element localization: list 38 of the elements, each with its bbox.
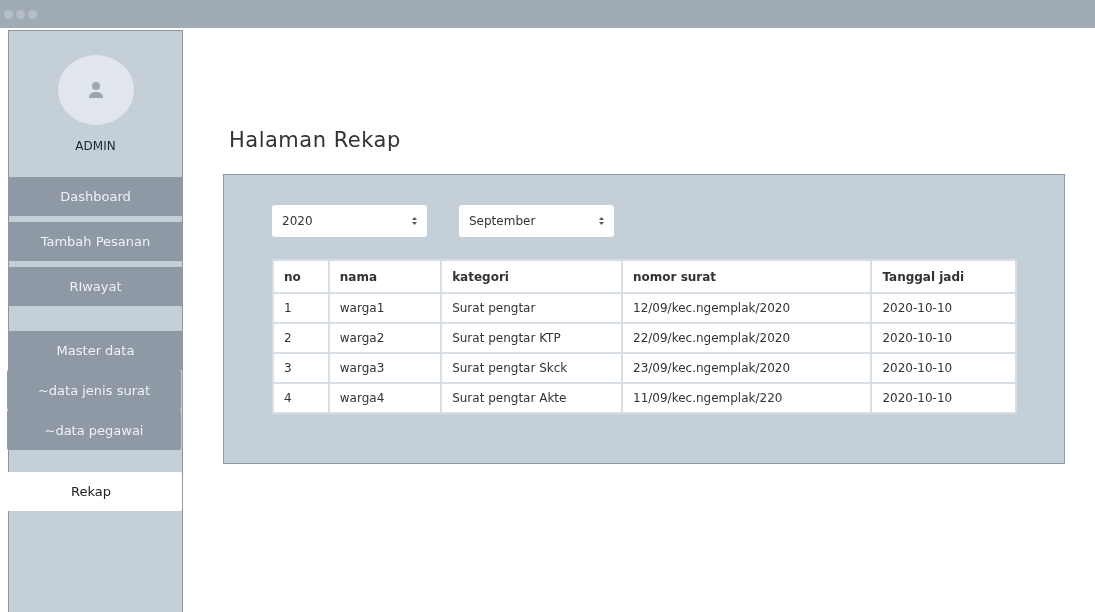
sidebar-item[interactable]: Dashboard [9, 177, 182, 216]
table-cell: 2020-10-10 [871, 353, 1016, 383]
user-name: ADMIN [75, 139, 116, 153]
column-header: nama [328, 260, 442, 293]
select-field[interactable]: September [459, 205, 614, 237]
table-cell: Surat pengtar [441, 293, 622, 323]
sidebar-item[interactable]: ~data jenis surat [7, 370, 181, 410]
select-field[interactable]: 2020 [272, 205, 427, 237]
table-cell: 3 [273, 353, 329, 383]
table-cell: 4 [273, 383, 329, 413]
table-cell: 22/09/kec.ngemplak/2020 [622, 323, 872, 353]
column-header: kategori [441, 260, 622, 293]
table-cell: warga2 [328, 323, 442, 353]
table-cell: 2 [273, 323, 329, 353]
table-cell: warga4 [328, 383, 442, 413]
table-cell: Surat pengtar Skck [441, 353, 622, 383]
sort-arrows-icon [599, 217, 604, 225]
table-cell: 1 [273, 293, 329, 323]
sidebar-item[interactable]: Master data [9, 331, 182, 370]
column-header: nomor surat [622, 260, 872, 293]
sidebar-item[interactable]: RIwayat [9, 267, 182, 306]
table-cell: 23/09/kec.ngemplak/2020 [622, 353, 872, 383]
table-cell: 2020-10-10 [871, 293, 1016, 323]
table-cell: 11/09/kec.ngemplak/220 [622, 383, 872, 413]
table-cell: Surat pengtar Akte [441, 383, 622, 413]
page-title: Halaman Rekap [229, 128, 402, 152]
column-header: Tanggal jadi [871, 260, 1016, 293]
sidebar-item[interactable]: Tambah Pesanan [9, 222, 182, 261]
table-cell: 2020-10-10 [871, 323, 1016, 353]
user-icon [87, 81, 104, 99]
table-cell: 2020-10-10 [871, 383, 1016, 413]
column-header: no [273, 260, 329, 293]
sort-arrows-icon [412, 217, 417, 225]
table-cell: 12/09/kec.ngemplak/2020 [622, 293, 872, 323]
table-cell: Surat pengtar KTP [441, 323, 622, 353]
table-cell: warga3 [328, 353, 442, 383]
table-cell: warga1 [328, 293, 442, 323]
sidebar-item[interactable]: ~data pegawai [7, 410, 181, 450]
